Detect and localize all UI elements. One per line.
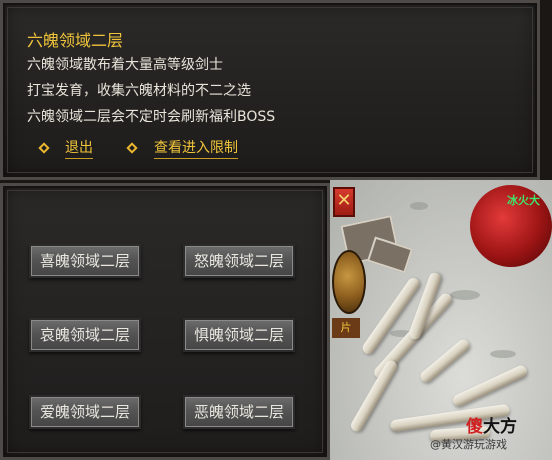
exit-link[interactable]: 退出: [65, 139, 93, 159]
bronze-shield: [332, 250, 366, 314]
diamond-bullet-icon: [38, 142, 50, 154]
snow-patch: [490, 350, 516, 358]
zone-description-line: 六魄领域二层会不定时会刷新福利BOSS: [27, 109, 276, 125]
watermark-caption: @黄汉游玩游戏: [430, 438, 507, 451]
snow-patch: [450, 290, 480, 300]
zone-info-panel: 六魄领域二层 六魄领域散布着大量高等级剑士 打宝发育，收集六魄材料的不二之选 六…: [0, 0, 540, 180]
floor-select-panel: 喜魄领域二层 怒魄领域二层 哀魄领域二层 惧魄领域二层 爱魄领域二层 恶魄领域二…: [0, 183, 330, 460]
watermark-logo: 傻大方: [466, 412, 517, 437]
timber-log: [418, 337, 472, 385]
floor-button-xi[interactable]: 喜魄领域二层: [29, 244, 141, 278]
zone-description-line: 六魄领域散布着大量高等级剑士: [27, 57, 223, 73]
close-button[interactable]: ✕: [333, 187, 355, 217]
zone-title: 六魄领域二层: [27, 31, 124, 50]
wooden-crate: [366, 236, 414, 274]
orb-label: 冰火大: [507, 194, 540, 207]
snow-patch: [410, 202, 428, 210]
floor-button-ai-love[interactable]: 爱魄领域二层: [29, 395, 141, 429]
floor-button-ai[interactable]: 哀魄领域二层: [29, 318, 141, 352]
diamond-bullet-icon: [126, 142, 138, 154]
view-entry-limit-link[interactable]: 查看进入限制: [154, 139, 238, 159]
watermark-logo-right: 大方: [483, 417, 517, 437]
floor-button-ju[interactable]: 惧魄领域二层: [183, 318, 295, 352]
zone-description-line: 打宝发育，收集六魄材料的不二之选: [27, 83, 251, 99]
floor-button-e[interactable]: 恶魄领域二层: [183, 395, 295, 429]
watermark-logo-left: 傻: [466, 417, 483, 437]
timber-log: [451, 363, 529, 409]
scene-tag: 片: [332, 318, 360, 338]
floor-button-nu[interactable]: 怒魄领域二层: [183, 244, 295, 278]
